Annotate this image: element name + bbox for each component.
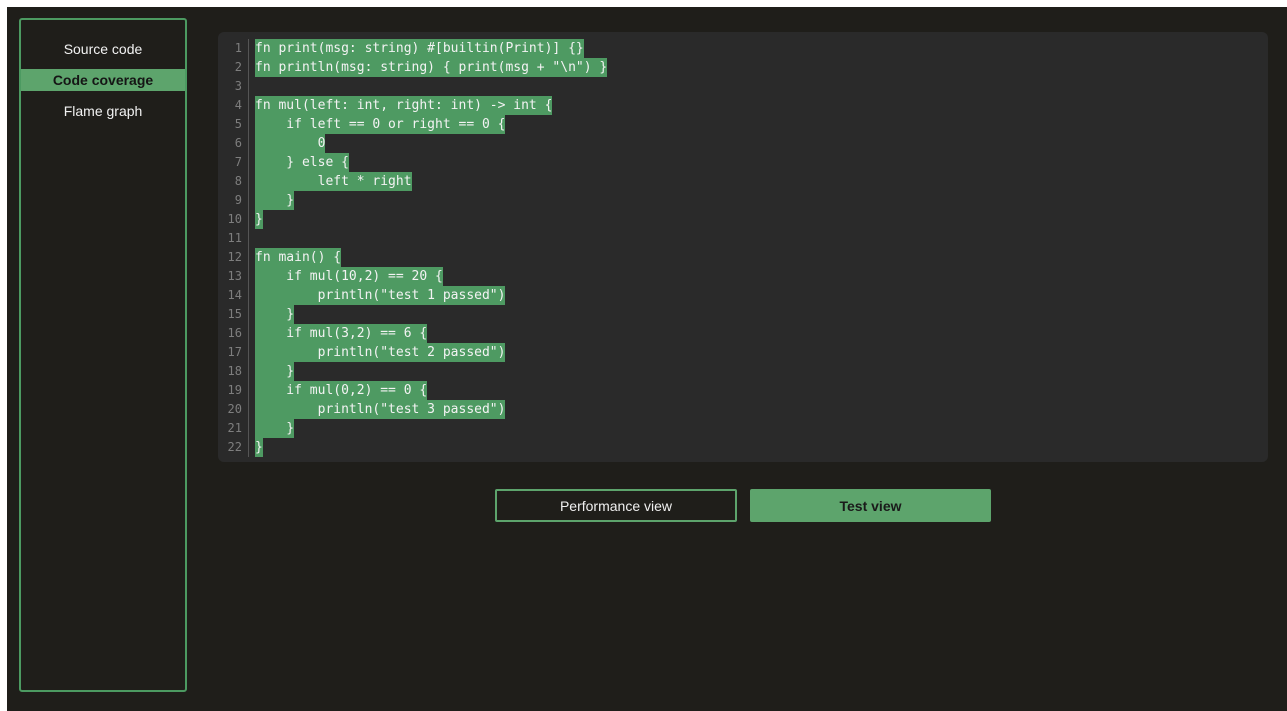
line-number: 8 xyxy=(234,174,242,188)
covered-segment: println("test 2 passed") xyxy=(255,343,506,362)
code-text: } else { xyxy=(255,153,349,172)
line-number: 13 xyxy=(227,269,242,283)
covered-segment: } xyxy=(255,362,295,381)
line-number: 5 xyxy=(234,117,242,131)
sidebar: Source code Code coverage Flame graph xyxy=(19,18,187,692)
covered-segment: println("test 1 passed") xyxy=(255,286,506,305)
covered-segment: } else { xyxy=(255,153,349,172)
code-text: if left == 0 or right == 0 { xyxy=(255,115,506,134)
line-number: 16 xyxy=(227,326,242,340)
code-line: 8 left * right xyxy=(218,172,1268,191)
test-view-button[interactable]: Test view xyxy=(750,489,991,522)
line-number: 3 xyxy=(234,79,242,93)
code-line: 5 if left == 0 or right == 0 { xyxy=(218,115,1268,134)
code-text: println("test 1 passed") xyxy=(255,286,506,305)
covered-segment: println("test 3 passed") xyxy=(255,400,506,419)
line-number: 1 xyxy=(234,41,242,55)
covered-segment: fn mul(left: int, right: int) -> int { xyxy=(255,96,553,115)
code-text: } xyxy=(255,210,263,229)
covered-segment: } xyxy=(255,210,263,229)
sidebar-item-code-coverage[interactable]: Code coverage xyxy=(21,69,185,91)
code-coverage-panel: 1 fn print(msg: string) #[builtin(Print)]… xyxy=(218,32,1268,462)
covered-segment: if mul(0,2) == 0 { xyxy=(255,381,428,400)
code-line: 15 } xyxy=(218,305,1268,324)
code-line: 19 if mul(0,2) == 0 { xyxy=(218,381,1268,400)
code-text: fn main() { xyxy=(255,248,342,267)
covered-segment: fn println(msg: string) { print(msg + "\… xyxy=(255,58,608,77)
code-text: fn print(msg: string) #[builtin(Print)] … xyxy=(255,39,584,58)
line-number: 18 xyxy=(227,364,242,378)
code-line: 2 fn println(msg: string) { print(msg + "… xyxy=(218,58,1268,77)
covered-segment: } xyxy=(255,438,263,457)
code-text: left * right xyxy=(255,172,412,191)
line-number: 17 xyxy=(227,345,242,359)
code-text: } xyxy=(255,438,263,457)
covered-segment: left * right xyxy=(255,172,412,191)
code-line: 10} xyxy=(218,210,1268,229)
code-line: 14 println("test 1 passed") xyxy=(218,286,1268,305)
line-number: 7 xyxy=(234,155,242,169)
code-text: 0 xyxy=(255,134,326,153)
performance-view-button[interactable]: Performance view xyxy=(495,489,737,522)
line-number: 15 xyxy=(227,307,242,321)
code-line: 12 fn main() { xyxy=(218,248,1268,267)
line-number: 12 xyxy=(227,250,242,264)
code-line: 6 0 xyxy=(218,134,1268,153)
code-text: println("test 3 passed") xyxy=(255,400,506,419)
code-text: } xyxy=(255,191,295,210)
code-text: fn mul(left: int, right: int) -> int { xyxy=(255,96,553,115)
code-line: 1 fn print(msg: string) #[builtin(Print)]… xyxy=(218,39,1268,58)
code-text: fn println(msg: string) { print(msg + "\… xyxy=(255,58,608,77)
covered-segment: if mul(3,2) == 6 { xyxy=(255,324,428,343)
line-number: 19 xyxy=(227,383,242,397)
covered-segment: } xyxy=(255,191,295,210)
line-number: 10 xyxy=(227,212,242,226)
code-text: println("test 2 passed") xyxy=(255,343,506,362)
covered-segment: if mul(10,2) == 20 { xyxy=(255,267,443,286)
covered-segment: 0 xyxy=(255,134,326,153)
code-line: 21 } xyxy=(218,419,1268,438)
code-line: 22} xyxy=(218,438,1268,457)
sidebar-item-flame-graph[interactable]: Flame graph xyxy=(21,100,185,122)
code-lines: 1 fn print(msg: string) #[builtin(Print)]… xyxy=(218,39,1268,457)
code-line: 17 println("test 2 passed") xyxy=(218,343,1268,362)
code-text: } xyxy=(255,419,295,438)
line-number: 20 xyxy=(227,402,242,416)
code-text: } xyxy=(255,362,295,381)
covered-segment: if left == 0 or right == 0 { xyxy=(255,115,506,134)
code-text: if mul(10,2) == 20 { xyxy=(255,267,443,286)
line-number: 14 xyxy=(227,288,242,302)
code-line: 20 println("test 3 passed") xyxy=(218,400,1268,419)
line-number: 9 xyxy=(234,193,242,207)
line-number: 4 xyxy=(234,98,242,112)
sidebar-item-source-code[interactable]: Source code xyxy=(21,38,185,60)
line-number: 2 xyxy=(234,60,242,74)
covered-segment: } xyxy=(255,419,295,438)
covered-segment: fn print(msg: string) #[builtin(Print)] … xyxy=(255,39,584,58)
code-line: 9 } xyxy=(218,191,1268,210)
code-line: 3 xyxy=(218,77,1268,96)
code-line: 13 if mul(10,2) == 20 { xyxy=(218,267,1268,286)
line-number: 6 xyxy=(234,136,242,150)
covered-segment: fn main() { xyxy=(255,248,342,267)
line-number: 11 xyxy=(227,231,242,245)
code-line: 16 if mul(3,2) == 6 { xyxy=(218,324,1268,343)
code-text: if mul(3,2) == 6 { xyxy=(255,324,428,343)
app-window: Source code Code coverage Flame graph 1f… xyxy=(7,7,1287,711)
code-line: 11 xyxy=(218,229,1268,248)
code-line: 4 fn mul(left: int, right: int) -> int { xyxy=(218,96,1268,115)
code-text: if mul(0,2) == 0 { xyxy=(255,381,428,400)
code-line: 7 } else { xyxy=(218,153,1268,172)
covered-segment: } xyxy=(255,305,295,324)
line-number: 21 xyxy=(227,421,242,435)
code-text: } xyxy=(255,305,295,324)
code-line: 18 } xyxy=(218,362,1268,381)
line-number: 22 xyxy=(227,440,242,454)
